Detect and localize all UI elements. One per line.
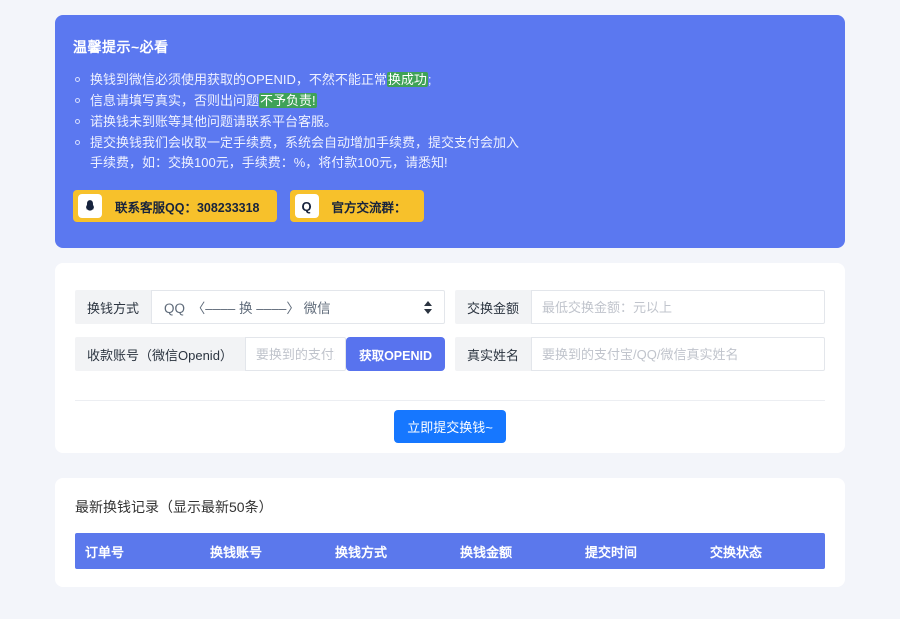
circle-bullet-icon (75, 98, 80, 103)
notice-item: 换钱到微信必须使用获取的OPENID，不然不能正常换成功; (73, 70, 525, 90)
notice-banner: 温馨提示~必看 换钱到微信必须使用获取的OPENID，不然不能正常换成功; 信息… (55, 15, 845, 248)
notice-item: 诺换钱未到账等其他问题请联系平台客服。 (73, 112, 525, 132)
circle-bullet-icon (75, 140, 80, 145)
contact-qq-button[interactable]: 联系客服QQ：308233318 (73, 190, 277, 222)
name-input[interactable] (531, 337, 825, 371)
header-cell-status: 交换状态 (700, 542, 825, 561)
circle-bullet-icon (75, 119, 80, 124)
official-group-label: 官方交流群： (332, 197, 407, 216)
amount-input[interactable] (531, 290, 825, 324)
name-label: 真实姓名 (455, 337, 531, 371)
header-cell-account: 换钱账号 (200, 542, 325, 561)
records-title: 最新换钱记录（显示最新50条） (75, 497, 825, 517)
q-letter-icon: Q (295, 194, 319, 218)
contact-buttons-row: 联系客服QQ：308233318 Q 官方交流群： (73, 190, 827, 222)
select-spinner-icon (424, 301, 432, 314)
qq-penguin-icon (78, 194, 102, 218)
notice-text: 提交换钱我们会收取一定手续费，系统会自动增加手续费，提交支付会加入手续费，如：交… (90, 133, 525, 173)
header-cell-time: 提交时间 (575, 542, 700, 561)
get-openid-button[interactable]: 获取OPENID (346, 337, 445, 371)
notice-text: 换钱到微信必须使用获取的OPENID，不然不能正常换成功; (90, 70, 431, 90)
method-label: 换钱方式 (75, 290, 151, 324)
submit-exchange-button[interactable]: 立即提交换钱~ (394, 410, 506, 443)
highlight-text: 换成功 (387, 72, 428, 87)
account-input[interactable] (245, 337, 346, 371)
records-table-header: 订单号 换钱账号 换钱方式 换钱金额 提交时间 交换状态 (75, 533, 825, 569)
amount-label: 交换金额 (455, 290, 531, 324)
exchange-form-card: 换钱方式 QQ 〈–––– 换 ––––〉 微信 交换金额 收款账号（微信Ope… (55, 263, 845, 453)
notice-title: 温馨提示~必看 (73, 37, 827, 57)
account-field: 收款账号（微信Openid） 获取OPENID (75, 337, 445, 371)
circle-bullet-icon (75, 77, 80, 82)
method-select[interactable]: QQ 〈–––– 换 ––––〉 微信 (151, 290, 445, 324)
highlight-text: 不予负责! (259, 93, 317, 108)
method-select-value: QQ 〈–––– 换 ––––〉 微信 (164, 297, 331, 317)
header-cell-method: 换钱方式 (325, 542, 450, 561)
notice-item: 提交换钱我们会收取一定手续费，系统会自动增加手续费，提交支付会加入手续费，如：交… (73, 133, 525, 173)
method-field: 换钱方式 QQ 〈–––– 换 ––––〉 微信 (75, 290, 445, 324)
form-divider (75, 400, 825, 401)
header-cell-order-id: 订单号 (75, 542, 200, 561)
header-cell-amount: 换钱金额 (450, 542, 575, 561)
name-field: 真实姓名 (455, 337, 825, 371)
amount-field: 交换金额 (455, 290, 825, 324)
account-label: 收款账号（微信Openid） (75, 337, 245, 371)
official-group-button[interactable]: Q 官方交流群： (290, 190, 424, 222)
notice-text: 诺换钱未到账等其他问题请联系平台客服。 (90, 112, 337, 132)
notice-item: 信息请填写真实，否则出问题不予负责! (73, 91, 525, 111)
notice-text: 信息请填写真实，否则出问题不予负责! (90, 91, 317, 111)
contact-qq-label: 联系客服QQ：308233318 (115, 197, 260, 216)
records-card: 最新换钱记录（显示最新50条） 订单号 换钱账号 换钱方式 换钱金额 提交时间 … (55, 478, 845, 587)
notice-list: 换钱到微信必须使用获取的OPENID，不然不能正常换成功; 信息请填写真实，否则… (73, 70, 525, 173)
